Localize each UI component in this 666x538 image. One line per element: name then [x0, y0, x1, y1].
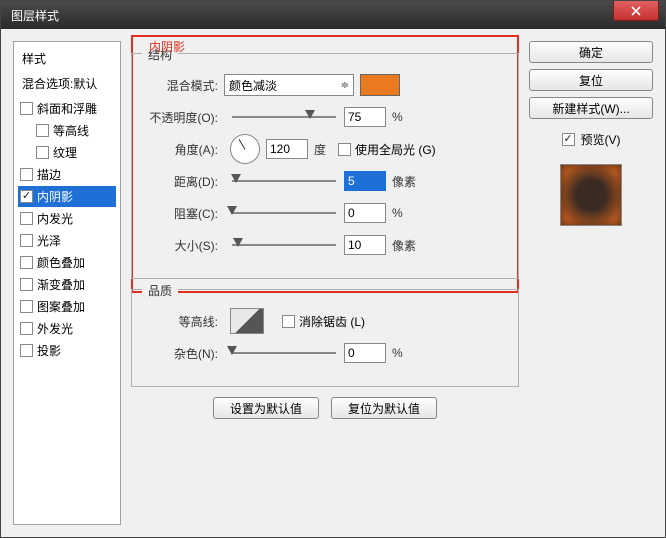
- make-default-button[interactable]: 设置为默认值: [213, 397, 319, 419]
- quality-fieldset: 品质 等高线: 消除锯齿 (L) 杂色(N): %: [131, 289, 519, 387]
- sidebar-item-label: 外发光: [37, 320, 73, 337]
- distance-unit: 像素: [392, 173, 416, 190]
- angle-unit: 度: [314, 141, 326, 158]
- checkbox-icon: [36, 124, 49, 137]
- blend-mode-label: 混合模式:: [142, 77, 224, 94]
- sidebar-item-label: 内阴影: [37, 188, 73, 205]
- sidebar-item-4[interactable]: 内阴影: [18, 186, 116, 207]
- ok-button[interactable]: 确定: [529, 41, 653, 63]
- opacity-input[interactable]: [344, 107, 386, 127]
- angle-dial[interactable]: [230, 134, 260, 164]
- panel-title: 内阴影: [149, 38, 185, 55]
- checkbox-icon: [20, 256, 33, 269]
- checkbox-icon: [20, 234, 33, 247]
- sidebar-header: 样式: [18, 46, 116, 73]
- sidebar-item-9[interactable]: 图案叠加: [18, 296, 116, 317]
- sidebar-item-3[interactable]: 描边: [18, 164, 116, 185]
- checkbox-icon: [20, 190, 33, 203]
- sidebar-item-label: 投影: [37, 342, 61, 359]
- preview-checkbox[interactable]: 预览(V): [529, 131, 653, 148]
- checkbox-icon: [20, 102, 33, 115]
- sidebar-item-7[interactable]: 颜色叠加: [18, 252, 116, 273]
- sidebar-blend-options[interactable]: 混合选项:默认: [18, 73, 116, 98]
- sidebar-item-label: 渐变叠加: [37, 276, 85, 293]
- checkbox-icon: [20, 344, 33, 357]
- checkbox-icon: [20, 300, 33, 313]
- sidebar-item-label: 等高线: [53, 122, 89, 139]
- sidebar-item-label: 颜色叠加: [37, 254, 85, 271]
- checkbox-icon: [20, 168, 33, 181]
- global-light-checkbox[interactable]: 使用全局光 (G): [338, 141, 436, 158]
- choke-input[interactable]: [344, 203, 386, 223]
- distance-slider[interactable]: [232, 172, 336, 190]
- checkbox-icon: [338, 143, 351, 156]
- sidebar-item-2[interactable]: 纹理: [18, 142, 116, 163]
- noise-unit: %: [392, 346, 403, 360]
- styles-sidebar: 样式 混合选项:默认 斜面和浮雕等高线纹理描边内阴影内发光光泽颜色叠加渐变叠加图…: [13, 41, 121, 525]
- chevron-down-icon: ≑: [341, 80, 349, 91]
- checkbox-icon: [562, 133, 575, 146]
- checkbox-icon: [20, 212, 33, 225]
- sidebar-item-5[interactable]: 内发光: [18, 208, 116, 229]
- structure-fieldset: 结构 混合模式: 颜色减淡 ≑ 不透明度(O): % 角度(A):: [131, 53, 519, 279]
- checkbox-icon: [36, 146, 49, 159]
- close-button[interactable]: [613, 1, 659, 21]
- size-slider[interactable]: [232, 236, 336, 254]
- sidebar-item-label: 描边: [37, 166, 61, 183]
- sidebar-item-label: 图案叠加: [37, 298, 85, 315]
- close-icon: [631, 6, 641, 16]
- checkbox-icon: [20, 322, 33, 335]
- preview-thumbnail: [560, 164, 622, 226]
- sidebar-item-label: 纹理: [53, 144, 77, 161]
- choke-label: 阻塞(C):: [142, 205, 224, 222]
- sidebar-item-10[interactable]: 外发光: [18, 318, 116, 339]
- sidebar-item-0[interactable]: 斜面和浮雕: [18, 98, 116, 119]
- sidebar-item-label: 光泽: [37, 232, 61, 249]
- blend-mode-select[interactable]: 颜色减淡 ≑: [224, 74, 354, 96]
- new-style-button[interactable]: 新建样式(W)...: [529, 97, 653, 119]
- color-swatch[interactable]: [360, 74, 400, 96]
- window-title: 图层样式: [11, 7, 59, 24]
- sidebar-item-label: 内发光: [37, 210, 73, 227]
- sidebar-item-1[interactable]: 等高线: [18, 120, 116, 141]
- cancel-button[interactable]: 复位: [529, 69, 653, 91]
- size-label: 大小(S):: [142, 237, 224, 254]
- opacity-unit: %: [392, 110, 403, 124]
- choke-unit: %: [392, 206, 403, 220]
- noise-slider[interactable]: [232, 344, 336, 362]
- main-panel: 内阴影 结构 混合模式: 颜色减淡 ≑ 不透明度(O): %: [131, 41, 519, 525]
- opacity-label: 不透明度(O):: [142, 109, 224, 126]
- checkbox-icon: [20, 278, 33, 291]
- choke-slider[interactable]: [232, 204, 336, 222]
- distance-input[interactable]: [344, 171, 386, 191]
- checkbox-icon: [282, 315, 295, 328]
- noise-input[interactable]: [344, 343, 386, 363]
- contour-label: 等高线:: [142, 313, 224, 330]
- antialias-checkbox[interactable]: 消除锯齿 (L): [282, 313, 365, 330]
- sidebar-item-6[interactable]: 光泽: [18, 230, 116, 251]
- contour-picker[interactable]: [230, 308, 264, 334]
- sidebar-item-label: 斜面和浮雕: [37, 100, 97, 117]
- right-column: 确定 复位 新建样式(W)... 预览(V): [529, 41, 653, 525]
- opacity-slider[interactable]: [232, 108, 336, 126]
- noise-label: 杂色(N):: [142, 345, 224, 362]
- titlebar: 图层样式: [1, 1, 665, 29]
- layer-style-dialog: 图层样式 样式 混合选项:默认 斜面和浮雕等高线纹理描边内阴影内发光光泽颜色叠加…: [0, 0, 666, 538]
- size-input[interactable]: [344, 235, 386, 255]
- angle-input[interactable]: [266, 139, 308, 159]
- angle-label: 角度(A):: [142, 141, 224, 158]
- distance-label: 距离(D):: [142, 173, 224, 190]
- quality-legend: 品质: [142, 282, 178, 299]
- reset-default-button[interactable]: 复位为默认值: [331, 397, 437, 419]
- sidebar-item-8[interactable]: 渐变叠加: [18, 274, 116, 295]
- sidebar-item-11[interactable]: 投影: [18, 340, 116, 361]
- size-unit: 像素: [392, 237, 416, 254]
